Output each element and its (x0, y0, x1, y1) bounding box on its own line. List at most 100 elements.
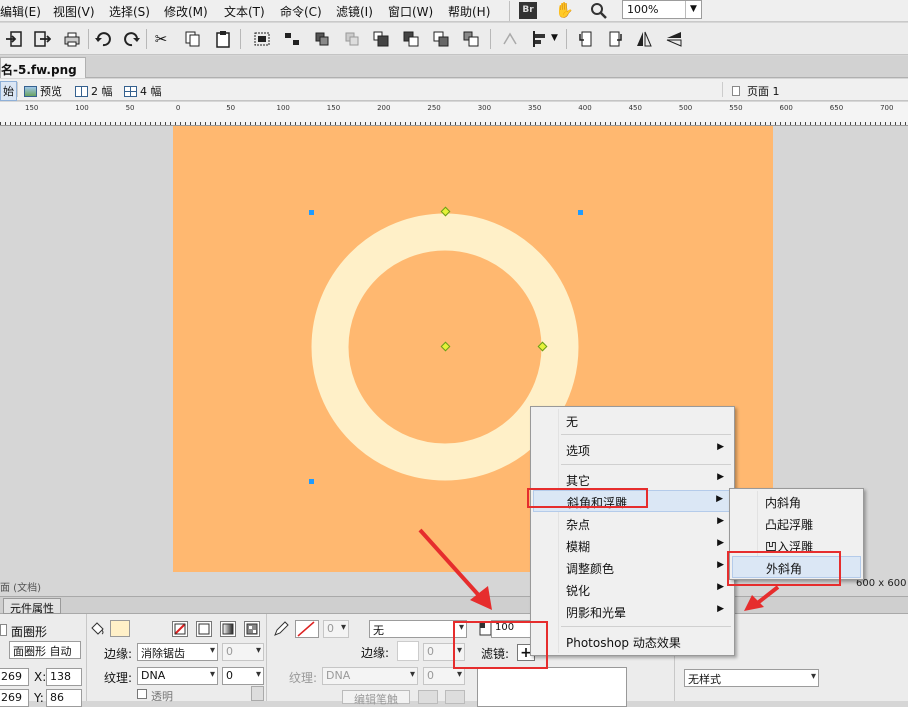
four-up-view-button[interactable]: 4 幅 (124, 83, 162, 99)
menu-separator (561, 626, 731, 627)
filters-list[interactable] (477, 667, 627, 707)
distribute-button[interactable] (501, 29, 521, 49)
ruler-label: 600 (779, 104, 793, 112)
fill-edge-dropdown[interactable]: 消除锯齿 (137, 643, 218, 661)
paste-button[interactable] (213, 29, 233, 49)
ungroup-button[interactable] (282, 29, 302, 49)
fill-edge-label: 边缘: (104, 647, 133, 661)
edit-brush-button[interactable]: 编辑笔触 (342, 690, 410, 706)
page-selector[interactable]: 页面 1 (732, 83, 780, 99)
ruler-label: 450 (628, 104, 642, 112)
menu-item-none[interactable]: 无 (533, 410, 732, 432)
menu-filters[interactable]: 滤镜(I) (336, 3, 373, 20)
y-field[interactable]: 86 (46, 689, 82, 707)
bring-forward-button[interactable] (401, 29, 421, 49)
no-fill-button[interactable] (172, 621, 188, 637)
menu-commands[interactable]: 命令(C) (280, 3, 322, 20)
flip-horizontal-button[interactable] (634, 29, 654, 49)
zoom-tool-icon[interactable] (590, 2, 608, 20)
send-backward-button[interactable] (431, 29, 451, 49)
fill-texture-amount[interactable]: 0 (222, 667, 264, 685)
group-button[interactable] (252, 29, 272, 49)
undo-button[interactable] (93, 29, 113, 49)
stroke-texture-amount[interactable]: 0 (423, 667, 465, 685)
fill-texture-dropdown[interactable]: DNA (137, 667, 218, 685)
object-name-field[interactable]: 面圈形 自动 (9, 641, 81, 659)
stroke-options-button[interactable] (418, 690, 438, 704)
flip-vertical-button[interactable] (664, 29, 684, 49)
import-button[interactable] (4, 29, 24, 49)
menu-item-label: 无 (566, 415, 579, 429)
gradient-fill-icon (222, 623, 234, 635)
join-button[interactable] (312, 29, 332, 49)
rotate-cw-button[interactable] (605, 29, 625, 49)
preview-label: 预览 (40, 85, 62, 98)
menu-edit[interactable]: 编辑(E) (0, 3, 41, 20)
bring-to-front-button[interactable] (371, 29, 391, 49)
menu-item-shadow-glow[interactable]: 阴影和光晕 ▶ (533, 601, 732, 623)
align-button[interactable] (531, 29, 551, 49)
bridge-button[interactable]: Br (519, 2, 537, 19)
stroke-size-field[interactable]: 0 (323, 620, 349, 638)
menu-help[interactable]: 帮助(H) (448, 3, 490, 20)
stroke-texture-dropdown[interactable]: DNA (322, 667, 418, 685)
menu-window[interactable]: 窗口(W) (388, 3, 433, 20)
style-dropdown[interactable]: 无样式 (684, 669, 819, 687)
solid-fill-icon (198, 623, 210, 635)
split-button[interactable] (342, 29, 362, 49)
menu-item-photoshop-live-effects[interactable]: Photoshop 动态效果 (533, 631, 732, 653)
menu-item-adjust-color[interactable]: 调整颜色 ▶ (533, 557, 732, 579)
menu-view[interactable]: 视图(V) (53, 3, 95, 20)
rotate-ccw-button[interactable] (576, 29, 596, 49)
fill-color-swatch[interactable] (110, 620, 130, 637)
stroke-edge-slider[interactable] (397, 641, 419, 661)
pattern-fill-button[interactable] (244, 621, 260, 637)
print-button[interactable] (62, 29, 82, 49)
document-tab-bar: 名-5.fw.png (0, 56, 908, 78)
transparent-checkbox[interactable] (137, 689, 147, 699)
redo-icon (124, 32, 140, 47)
menu-item-sharpen[interactable]: 锐化 ▶ (533, 579, 732, 601)
cut-button[interactable]: ✂ (151, 29, 171, 49)
divider (17, 82, 18, 97)
two-up-view-button[interactable]: 2 幅 (75, 83, 113, 99)
ruler-label: 50 (226, 104, 236, 112)
page-icon (732, 86, 740, 96)
hand-tool-icon[interactable]: ✋ (555, 1, 574, 19)
redo-button[interactable] (122, 29, 142, 49)
preview-view-button[interactable]: 预览 (24, 83, 62, 99)
texture-options-button[interactable] (251, 686, 264, 701)
menu-select[interactable]: 选择(S) (109, 3, 150, 20)
selection-handle[interactable] (578, 210, 583, 215)
ruler-label: 350 (528, 104, 542, 112)
original-view-button[interactable]: 始 (0, 81, 17, 101)
height-field[interactable]: 269 (0, 689, 29, 707)
submenu-arrow-icon: ▶ (717, 442, 724, 452)
copy-button[interactable] (183, 29, 203, 49)
submenu-arrow-icon: ▶ (717, 560, 724, 570)
ruler-label: 150 (25, 104, 39, 112)
toolbar-divider (490, 29, 491, 49)
menu-item-inner-bevel[interactable]: 内斜角 (732, 491, 861, 513)
fill-edge-amount[interactable]: 0 (222, 643, 264, 661)
export-button[interactable] (32, 29, 52, 49)
menu-item-noise[interactable]: 杂点 ▶ (533, 513, 732, 535)
menu-item-raised-emboss[interactable]: 凸起浮雕 (732, 513, 861, 535)
stroke-delete-button[interactable] (445, 690, 465, 704)
document-tab[interactable]: 名-5.fw.png (0, 57, 86, 78)
x-field[interactable]: 138 (46, 668, 82, 686)
gradient-fill-button[interactable] (220, 621, 236, 637)
menu-item-blur[interactable]: 模糊 ▶ (533, 535, 732, 557)
menu-text[interactable]: 文本(T) (224, 3, 265, 20)
selection-handle[interactable] (309, 210, 314, 215)
properties-tab[interactable]: 元件属性 (3, 598, 61, 615)
four-up-label: 4 幅 (140, 85, 162, 98)
width-field[interactable]: 269 (0, 668, 29, 686)
stroke-color-swatch[interactable] (295, 620, 319, 638)
menu-item-options[interactable]: 选项 ▶ (533, 439, 732, 461)
solid-fill-button[interactable] (196, 621, 212, 637)
menu-modify[interactable]: 修改(M) (164, 3, 208, 20)
selection-handle[interactable] (309, 479, 314, 484)
zoom-level-select[interactable]: 100% ▼ (622, 0, 702, 19)
send-to-back-button[interactable] (461, 29, 481, 49)
